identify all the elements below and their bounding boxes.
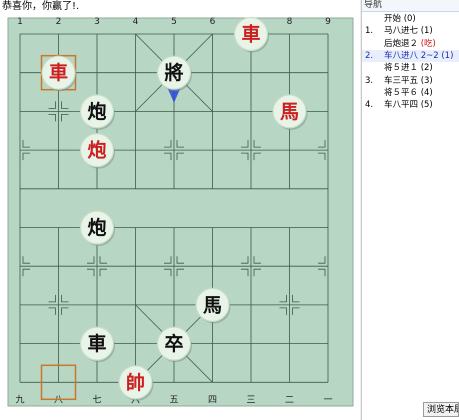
- piece-character: 炮: [87, 216, 106, 239]
- file-label-bottom: 四: [208, 395, 217, 405]
- file-label-bottom: 二: [285, 395, 294, 405]
- move-list-item[interactable]: 4. 车八平四 (5): [362, 99, 459, 111]
- file-label-bottom: 五: [169, 395, 178, 405]
- file-label-top: 5: [171, 17, 177, 27]
- navigation-title: 导航: [362, 0, 459, 12]
- piece-character: 炮: [87, 100, 106, 123]
- move-list-item[interactable]: 1. 马八进七 (1): [362, 25, 459, 37]
- piece-character: 炮: [87, 139, 106, 162]
- status-message: 恭喜你，你赢了!.: [2, 1, 80, 12]
- move-number: 3.: [365, 75, 374, 86]
- piece-character: 車: [49, 61, 68, 84]
- move-notation-text: 车八平四 (5): [384, 100, 433, 111]
- piece-character: 馬: [203, 294, 222, 316]
- piece-character: 車: [87, 332, 106, 355]
- piece-character: 車: [241, 23, 260, 46]
- move-list-item[interactable]: 后炮退２ (吃): [362, 38, 459, 50]
- file-label-top: 9: [325, 17, 331, 27]
- move-notation: 车八进八 2~2 (1): [384, 50, 453, 62]
- move-number: 4.: [365, 100, 374, 111]
- move-notation: 开始 (0): [384, 13, 416, 25]
- move-notation-text: 将５平６ (4): [384, 87, 433, 98]
- file-label-top: 4: [133, 17, 139, 27]
- file-label-top: 6: [210, 17, 216, 27]
- move-notation-text: 车八进八 2~2 (1): [384, 50, 454, 61]
- chess-board[interactable]: 123456789九八七六五四三二一車車將炮馬炮炮馬車卒帥: [0, 14, 360, 410]
- move-notation: 车八平四 (5): [384, 99, 433, 111]
- move-notation-text: 马八进七 (1): [384, 26, 433, 37]
- file-label-top: 3: [94, 17, 100, 27]
- move-list-item[interactable]: 将５平６ (4): [362, 87, 459, 99]
- game-panel: 恭喜你，你赢了!. 123456789九八七六五四三二一車車將炮馬炮炮馬車卒帥: [0, 0, 360, 420]
- file-label-bottom: 七: [92, 394, 101, 405]
- move-notation-text: 开始 (0): [384, 14, 416, 24]
- move-list-item[interactable]: 将５进１ (2): [362, 62, 459, 74]
- piece-character: 帥: [126, 371, 145, 394]
- file-label-bottom: 一: [323, 395, 332, 405]
- move-notation: 车三平五 (3): [384, 75, 433, 87]
- move-notation-text: 后炮退２: [384, 38, 419, 49]
- file-label-top: 8: [287, 17, 293, 27]
- piece-character: 將: [164, 61, 183, 84]
- file-label-bottom: 八: [54, 395, 63, 405]
- move-list-item[interactable]: 2. 车八进八 2~2 (1): [362, 49, 459, 62]
- piece-character: 馬: [280, 101, 299, 123]
- move-notation: 马八进七 (1): [384, 25, 433, 37]
- file-label-bottom: 三: [246, 395, 255, 405]
- file-label-bottom: 九: [15, 394, 24, 405]
- move-notation-text: 车三平五 (3): [384, 75, 433, 86]
- move-notation: 后炮退２ (吃): [384, 38, 436, 50]
- move-number: 2.: [365, 50, 374, 61]
- move-notation: 将５进１ (2): [384, 62, 433, 74]
- move-list-item[interactable]: 3. 车三平五 (3): [362, 75, 459, 87]
- piece-character: 卒: [164, 332, 183, 355]
- browse-game-button[interactable]: 浏览本局: [423, 402, 459, 417]
- move-list-item[interactable]: 开始 (0): [362, 13, 459, 25]
- move-notation: 将５平６ (4): [384, 87, 433, 99]
- navigation-panel: 导航 开始 (0) 1. 马八进七 (1) 后炮退２ (吃) 2. 车八进八 2~2 (1…: [361, 0, 459, 420]
- move-notation-text: 将５进１ (2): [384, 63, 433, 74]
- capture-tag: (吃): [418, 38, 436, 49]
- move-number: 1.: [365, 26, 374, 37]
- file-label-top: 2: [56, 17, 62, 27]
- file-label-top: 1: [17, 17, 23, 27]
